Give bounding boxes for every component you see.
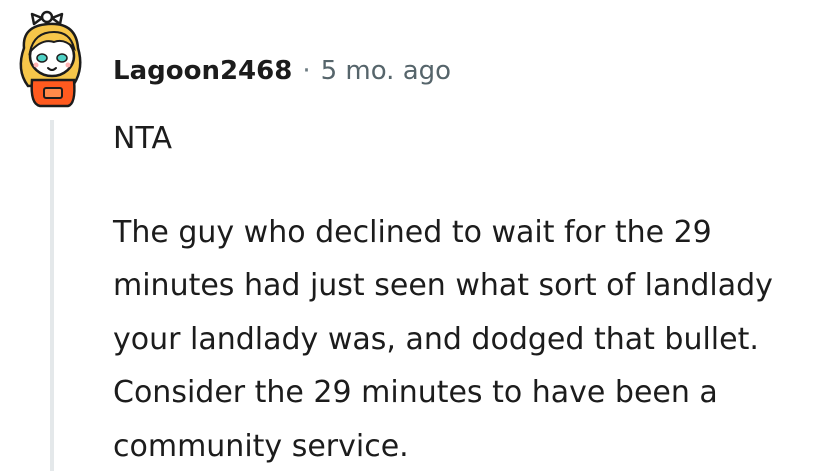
meta-separator: · [302, 56, 311, 86]
comment-paragraph: The guy who declined to wait for the 29 … [113, 214, 773, 464]
comment-body: NTA The guy who declined to wait for the… [113, 112, 803, 471]
username-link[interactable]: Lagoon2468 [113, 56, 292, 86]
user-avatar[interactable] [14, 8, 98, 108]
snoo-avatar-icon [19, 10, 82, 108]
thread-collapse-line[interactable] [50, 120, 54, 471]
timestamp[interactable]: 5 mo. ago [321, 56, 451, 86]
comment: Lagoon2468 · 5 mo. ago NTA The guy who d… [0, 0, 818, 471]
comment-meta: Lagoon2468 · 5 mo. ago [113, 51, 451, 91]
comment-paragraph: NTA [113, 121, 172, 156]
